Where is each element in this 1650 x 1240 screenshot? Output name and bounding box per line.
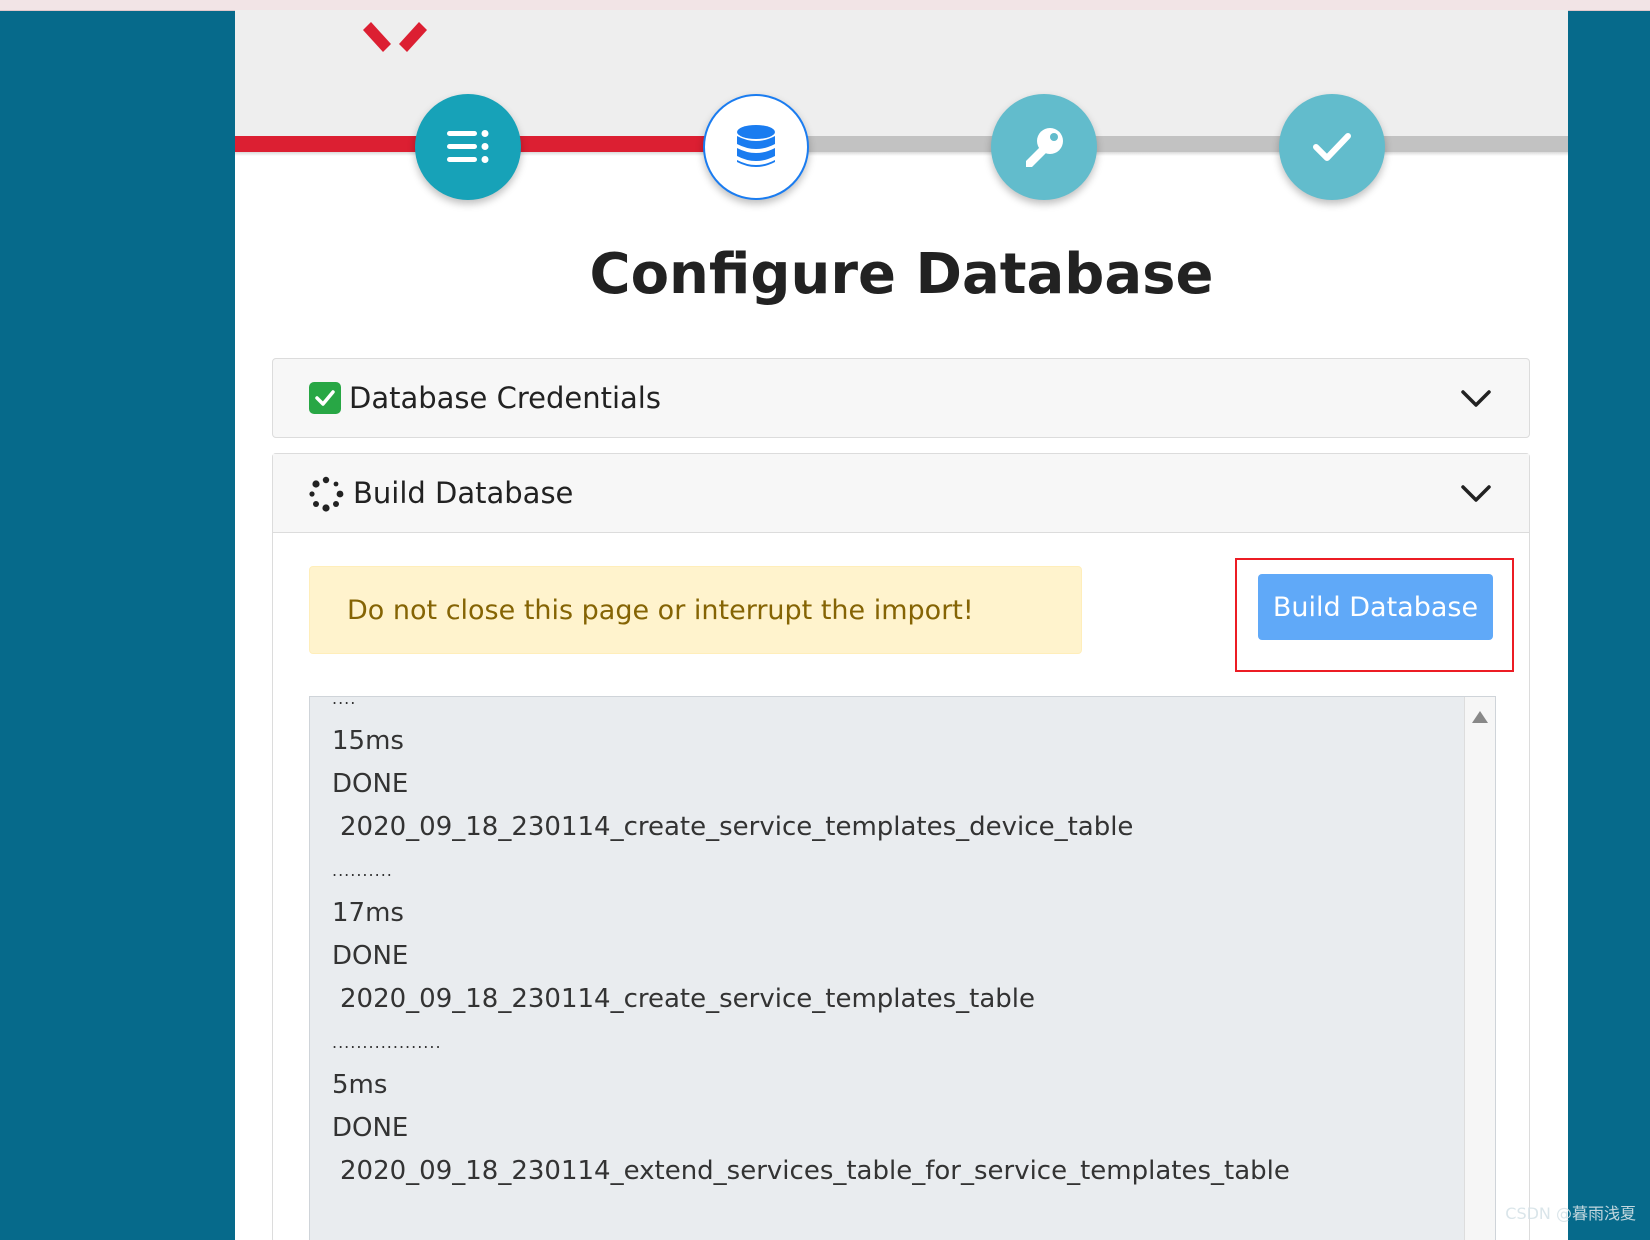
- log-line: DONE: [332, 941, 409, 971]
- watermark: CSDN @暮雨浅夏: [1505, 1204, 1636, 1223]
- chevron-down-icon[interactable]: [1459, 476, 1493, 510]
- step-preflight[interactable]: [415, 94, 521, 200]
- logo-icon: [363, 22, 427, 52]
- key-icon: [1026, 128, 1063, 167]
- build-panel: Build Database Do not close this page or…: [272, 453, 1530, 1240]
- log-line: DONE: [332, 769, 409, 799]
- import-log[interactable]: .... 15ms DONE 2020_09_18_230114_create_…: [309, 696, 1496, 1240]
- page-title: Configure Database: [589, 242, 1214, 307]
- log-line: 17ms: [332, 898, 404, 928]
- build-panel-header[interactable]: Build Database: [273, 454, 1529, 533]
- log-line: DONE: [332, 1113, 409, 1143]
- warning-alert-text: Do not close this page or interrupt the …: [347, 594, 974, 626]
- log-line: ..................: [332, 1033, 442, 1052]
- credentials-panel: Database Credentials: [272, 358, 1530, 438]
- list-icon: [447, 130, 489, 163]
- log-line: 24ms: [332, 1236, 1290, 1240]
- installer-card: Configure Database Database Credentials: [235, 10, 1568, 1240]
- check-square-icon: [309, 382, 341, 414]
- log-line: ..........: [332, 861, 393, 880]
- chevron-down-icon[interactable]: [1459, 381, 1493, 415]
- build-panel-label: Build Database: [353, 476, 574, 510]
- credentials-panel-label: Database Credentials: [349, 381, 661, 415]
- log-line: 15ms: [332, 726, 404, 756]
- log-line: 2020_09_18_230114_extend_services_table_…: [340, 1156, 1290, 1186]
- progress-track-remaining: [735, 136, 1568, 152]
- log-lines: .... 15ms DONE 2020_09_18_230114_create_…: [332, 696, 1290, 1240]
- spinner-icon: [309, 476, 344, 512]
- step-finish[interactable]: [1279, 94, 1385, 200]
- build-database-button[interactable]: Build Database: [1258, 574, 1493, 640]
- warning-alert: Do not close this page or interrupt the …: [309, 566, 1082, 654]
- credentials-panel-header[interactable]: Database Credentials: [273, 359, 1529, 437]
- step-database[interactable]: [703, 94, 809, 200]
- log-line: 5ms: [332, 1070, 388, 1100]
- check-icon: [1313, 133, 1351, 161]
- step-admin-user[interactable]: [991, 94, 1097, 200]
- scroll-up-arrow-icon[interactable]: [1472, 711, 1488, 723]
- log-scrollbar[interactable]: [1464, 697, 1495, 1240]
- log-line: 2020_09_18_230114_create_service_templat…: [340, 984, 1036, 1014]
- log-line: ....: [332, 696, 357, 708]
- database-icon: [737, 125, 775, 167]
- log-line: 2020_09_18_230114_create_service_templat…: [340, 812, 1134, 842]
